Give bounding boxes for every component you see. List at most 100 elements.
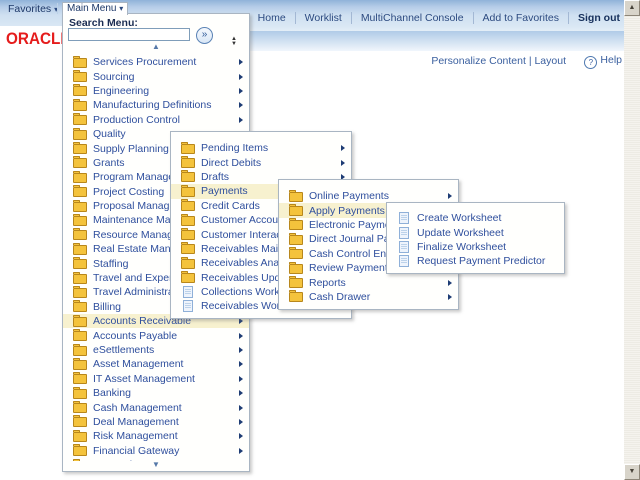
folder-icon [181,244,195,254]
menu-item-label: Online Payments [309,190,389,202]
menu-item-services-procurement[interactable]: Services Procurement [63,55,249,69]
menu-item-manufacturing-definitions[interactable]: Manufacturing Definitions [63,98,249,112]
menu-item-deal-management[interactable]: Deal Management [63,415,249,429]
nav-link-sign-out[interactable]: Sign out [569,12,620,24]
submenu-arrow-icon [239,433,243,439]
nav-link-multichannel-console[interactable]: MultiChannel Console [352,12,474,24]
menu-item-label: Billing [93,301,121,313]
submenu-arrow-icon [239,74,243,80]
menu-item-reports[interactable]: Reports [279,275,458,289]
page-icon [399,227,409,239]
folder-icon [73,403,87,413]
menu-item-label: Project Costing [93,186,164,198]
menu-item-label: Update Worksheet [417,227,504,239]
submenu-arrow-icon [239,361,243,367]
folder-icon [289,264,303,274]
folder-icon [73,115,87,125]
menu-item-label: Production Control [93,114,180,126]
menu-item-esettlements[interactable]: eSettlements [63,343,249,357]
submenu-arrow-icon [448,294,452,300]
submenu-arrow-icon [239,102,243,108]
folder-icon [181,187,195,197]
menu-scroll-up-arrow[interactable]: ▲ [63,42,249,52]
folder-icon [289,235,303,245]
submenu-arrow-icon [239,390,243,396]
submenu-arrow-icon [239,419,243,425]
submenu-arrow-icon [448,193,452,199]
menu-item-label: Credit Cards [201,200,260,212]
menu-item-label: Create Worksheet [417,212,501,224]
submenu-arrow-icon [239,405,243,411]
menu-item-label: Review Payments [309,262,393,274]
oracle-logo: ORACLE [6,29,56,49]
menu-item-asset-management[interactable]: Asset Management [63,357,249,371]
menu-scroll-down-arrow[interactable]: ▼ [63,461,249,470]
submenu-arrow-icon [341,160,345,166]
menu-item-label: Staffing [93,258,128,270]
folder-icon [73,130,87,140]
folder-icon [289,278,303,288]
menu-item-label: Finalize Worksheet [417,241,506,253]
personalize-content-layout-link[interactable]: Personalize Content | Layout [431,55,566,67]
menu-item-pending-items[interactable]: Pending Items [171,141,351,155]
page-icon [399,212,409,224]
folder-icon [289,220,303,230]
menu-item-risk-management[interactable]: Risk Management [63,429,249,443]
folder-icon [73,389,87,399]
main-menu-button[interactable]: Main Menu ▾ [62,2,128,15]
submenu-arrow-icon [341,145,345,151]
menu-item-label: Manufacturing Definitions [93,99,211,111]
logo-container: ORACLE [0,26,62,52]
folder-icon [73,259,87,269]
folder-icon [73,302,87,312]
submenu-arrow-icon [239,88,243,94]
vertical-scrollbar[interactable]: ▲ ▼ [624,0,640,480]
folder-icon [73,331,87,341]
folder-icon [73,374,87,384]
nav-link-home[interactable]: Home [249,12,296,24]
submenu-arrow-icon [239,448,243,454]
header-nav-links: HomeWorklistMultiChannel ConsoleAdd to F… [249,12,620,24]
folder-icon [181,201,195,211]
main-menu-label: Main Menu [67,3,116,14]
nav-link-worklist[interactable]: Worklist [296,12,352,24]
menu-item-label: Cash Management [93,402,182,414]
menu-item-it-asset-management[interactable]: IT Asset Management [63,372,249,386]
menu-item-financial-gateway[interactable]: Financial Gateway [63,444,249,458]
folder-icon [73,432,87,442]
menu-item-label: Direct Debits [201,157,261,169]
page-icon [183,286,193,298]
menu-item-cash-management[interactable]: Cash Management [63,400,249,414]
menu-item-label: Pending Items [201,142,268,154]
scrollbar-down-button[interactable]: ▼ [624,464,640,480]
menu-item-engineering[interactable]: Engineering [63,84,249,98]
folder-icon [73,245,87,255]
folder-icon [289,206,303,216]
menu-item-finalize-worksheet[interactable]: Finalize Worksheet [387,240,564,254]
menu-item-cash-drawer[interactable]: Cash Drawer [279,290,458,304]
menu-item-update-worksheet[interactable]: Update Worksheet [387,225,564,239]
folder-icon [181,230,195,240]
menu-item-label: eSettlements [93,344,154,356]
page-icon [183,300,193,312]
favorites-menu-button[interactable]: Favorites ▾ [8,3,58,15]
search-menu-input[interactable] [68,28,190,41]
menu-item-label: Request Payment Predictor [417,255,545,267]
page-icon [399,255,409,267]
topbar-separator [57,3,58,14]
menu-item-banking[interactable]: Banking [63,386,249,400]
folder-icon [289,249,303,259]
nav-link-add-to-favorites[interactable]: Add to Favorites [474,12,569,24]
scrollbar-up-button[interactable]: ▲ [624,0,640,16]
menu-item-request-payment-predictor[interactable]: Request Payment Predictor [387,254,564,268]
help-link[interactable]: ?Help [584,54,622,69]
folder-icon [73,274,87,284]
menu-item-direct-debits[interactable]: Direct Debits [171,155,351,169]
menu-item-accounts-payable[interactable]: Accounts Payable [63,328,249,342]
menu-item-label: Quality [93,128,126,140]
menu-item-label: IT Asset Management [93,373,195,385]
help-question-icon: ? [584,56,597,69]
menu-item-sourcing[interactable]: Sourcing [63,69,249,83]
menu-item-create-worksheet[interactable]: Create Worksheet [387,211,564,225]
menu-item-production-control[interactable]: Production Control [63,113,249,127]
